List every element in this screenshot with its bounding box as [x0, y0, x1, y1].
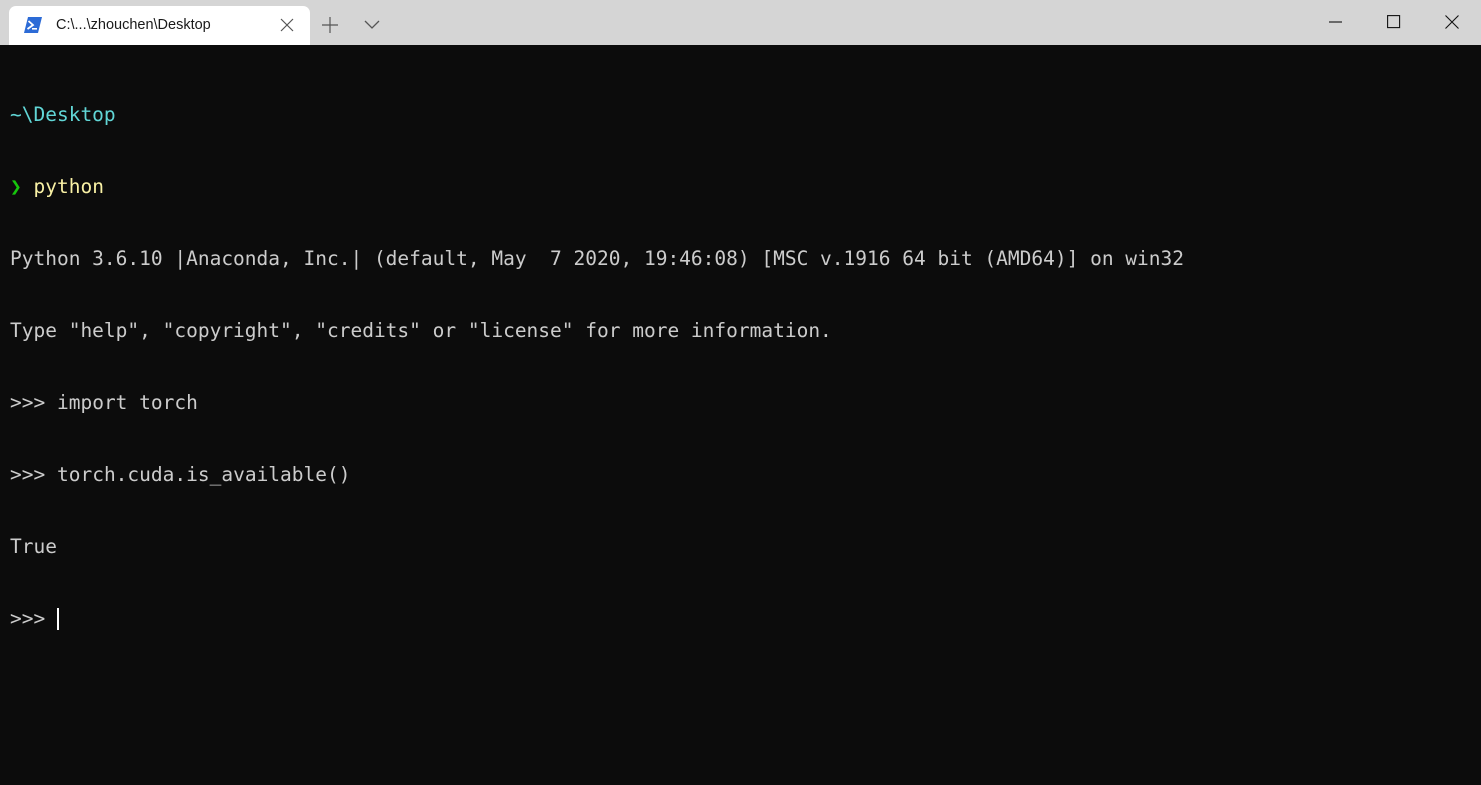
repl-input-2: torch.cuda.is_available() [56, 463, 351, 486]
close-button[interactable] [1423, 0, 1481, 45]
tab-close-icon[interactable] [280, 18, 294, 32]
chevron-down-icon[interactable] [363, 17, 381, 31]
title-bar[interactable]: C:\...\zhouchen\Desktop [0, 0, 1481, 45]
repl-prompt: >>> [10, 391, 46, 414]
maximize-button[interactable] [1365, 0, 1423, 45]
maximize-icon [1387, 15, 1401, 29]
plus-icon[interactable] [320, 15, 340, 35]
command-line: ❯ python [10, 175, 1481, 199]
repl-output-1: True [10, 535, 57, 558]
tab-powershell[interactable]: C:\...\zhouchen\Desktop [9, 6, 310, 45]
command-text: python [33, 175, 104, 198]
repl-prompt: >>> [10, 463, 46, 486]
repl-prompt: >>> [10, 607, 46, 630]
minimize-icon [1329, 21, 1342, 23]
banner-line-2: Type "help", "copyright", "credits" or "… [10, 319, 832, 342]
repl-input-line-1: >>> import torch [10, 391, 1481, 415]
cwd-line: ~\Desktop [10, 103, 1481, 127]
tab-title: C:\...\zhouchen\Desktop [56, 17, 211, 33]
close-icon [1445, 15, 1459, 29]
minimize-button[interactable] [1307, 0, 1365, 45]
cwd-path: ~\Desktop [10, 103, 116, 126]
repl-current-line[interactable]: >>> [10, 607, 1481, 631]
text-cursor [56, 608, 59, 630]
banner-line-1: Python 3.6.10 |Anaconda, Inc.| (default,… [10, 247, 1184, 270]
repl-input-line-2: >>> torch.cuda.is_available() [10, 463, 1481, 487]
terminal-window: C:\...\zhouchen\Desktop ~\Desktop ❯ pyth… [0, 0, 1481, 785]
terminal-output[interactable]: ~\Desktop ❯ python Python 3.6.10 |Anacon… [0, 55, 1481, 785]
powershell-icon [24, 17, 42, 33]
repl-input-1: import torch [56, 391, 198, 414]
prompt-symbol: ❯ [10, 175, 22, 198]
